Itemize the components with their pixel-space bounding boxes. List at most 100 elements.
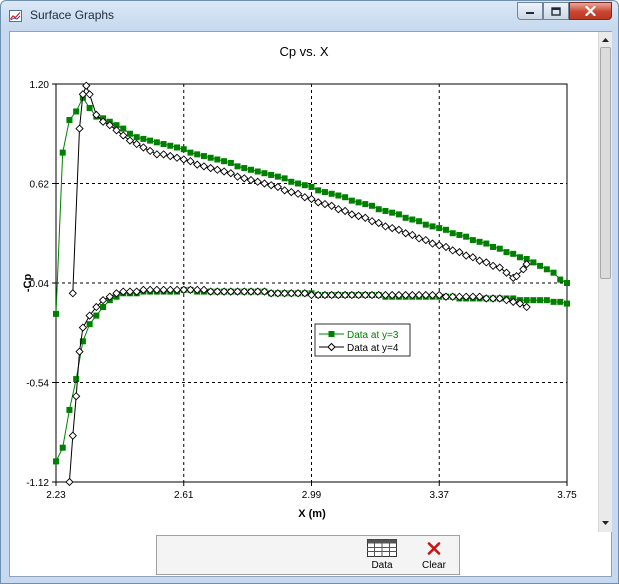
data-point-y3	[227, 159, 234, 166]
data-point-y4	[179, 155, 188, 164]
data-point-y3	[133, 134, 140, 141]
data-point-y3	[409, 216, 416, 223]
data-point-y4	[327, 201, 336, 210]
data-point-y3	[241, 165, 248, 172]
cp-chart: 2.23 2.61 2.99 3.37 3.75 1.200.620.04-0.54-1…	[22, 80, 577, 520]
scroll-up-button[interactable]	[599, 33, 612, 47]
data-point-y3	[200, 153, 207, 160]
arrow-up-icon	[602, 38, 609, 42]
data-point-y4	[287, 187, 296, 197]
data-point-y3	[382, 207, 389, 214]
data-point-y4	[361, 213, 370, 222]
data-point-y4	[421, 235, 430, 245]
data-point-y3	[321, 189, 328, 196]
data-point-y3	[543, 266, 550, 273]
data-point-y3	[510, 250, 517, 257]
series-line-y4-lower	[68, 289, 527, 483]
x-axis-label: X (m)	[298, 508, 326, 520]
data-point-y4	[448, 246, 457, 255]
clear-button[interactable]: Clear	[410, 538, 458, 572]
data-point-y4	[441, 242, 451, 252]
series-line-y3-lower	[55, 289, 568, 462]
data-point-y3	[214, 156, 221, 163]
data-point-y3	[523, 297, 530, 304]
minimize-button[interactable]	[517, 2, 543, 20]
data-point-y4	[72, 392, 81, 401]
data-point-y4	[68, 431, 77, 440]
data-point-y4	[522, 302, 531, 312]
data-point-y3	[194, 151, 201, 158]
x-tick-label: 2.23	[46, 490, 66, 501]
data-button[interactable]: Data	[358, 538, 406, 572]
data-point-y3	[73, 376, 80, 383]
data-point-y3	[160, 141, 167, 148]
clear-button-label: Clear	[422, 560, 446, 571]
data-point-y4	[300, 193, 309, 202]
data-point-y3	[288, 178, 295, 185]
x-tick-label: 3.75	[557, 490, 577, 501]
data-point-y4	[340, 206, 350, 216]
data-point-y3	[375, 206, 382, 213]
data-point-y3	[335, 192, 342, 199]
data-point-y3	[174, 144, 181, 151]
data-point-y3	[564, 280, 570, 286]
data-point-y4	[428, 239, 437, 248]
data-point-y3	[147, 137, 154, 144]
title-bar[interactable]: Surface Graphs	[1, 1, 618, 31]
data-point-y3	[281, 175, 288, 182]
scrollbar-thumb[interactable]	[600, 47, 611, 279]
vertical-scrollbar[interactable]	[598, 32, 612, 532]
data-point-y3	[207, 154, 214, 161]
data-point-y3	[86, 321, 93, 328]
data-point-y3	[100, 304, 107, 311]
data-point-y3	[348, 197, 355, 204]
window-title: Surface Graphs	[30, 8, 115, 22]
data-point-y3	[59, 149, 66, 156]
data-point-y4	[213, 165, 222, 174]
data-point-y4	[280, 186, 289, 195]
data-point-y4	[226, 169, 235, 178]
data-point-y4	[347, 210, 356, 219]
data-point-y3	[73, 108, 80, 115]
data-point-y4	[475, 256, 484, 265]
chart-legend: Data at y=3 Data at y=4	[314, 323, 411, 357]
data-point-y3	[308, 183, 315, 190]
data-point-y4	[206, 163, 215, 173]
x-tick-label: 3.37	[430, 490, 450, 501]
close-button[interactable]	[569, 2, 612, 20]
y-axis-label: -Cp	[22, 274, 34, 293]
data-point-y4	[381, 222, 390, 231]
data-button-label: Data	[371, 560, 393, 571]
data-point-y3	[483, 240, 490, 247]
data-point-y3	[53, 458, 59, 465]
data-point-y3	[315, 187, 322, 194]
data-point-y4	[394, 225, 404, 234]
data-point-y3	[429, 223, 436, 230]
data-point-y3	[120, 125, 127, 132]
data-point-y3	[66, 117, 73, 124]
data-table-icon	[367, 539, 397, 557]
data-point-y3	[254, 168, 261, 175]
data-point-y4	[199, 162, 209, 171]
data-point-y4	[85, 90, 94, 99]
scroll-down-button[interactable]	[599, 516, 612, 530]
data-point-y4	[462, 251, 471, 260]
data-point-y4	[273, 182, 283, 192]
maximize-button[interactable]	[543, 2, 569, 20]
data-point-y4	[374, 218, 383, 228]
data-point-y3	[86, 105, 93, 112]
data-point-y3	[274, 173, 281, 180]
bottom-toolbar: Data Clear	[156, 535, 460, 575]
data-point-y3	[476, 238, 483, 245]
data-point-y3	[247, 166, 254, 173]
maximize-icon	[551, 6, 561, 16]
data-point-y4	[482, 258, 491, 267]
data-point-y4	[408, 230, 417, 240]
data-point-y3	[550, 269, 557, 276]
data-point-y4	[253, 177, 262, 186]
arrow-down-icon	[602, 521, 609, 525]
chart-grid	[56, 84, 567, 482]
data-point-y4	[139, 143, 148, 152]
data-point-y3	[153, 139, 160, 146]
data-point-y3	[557, 298, 564, 305]
